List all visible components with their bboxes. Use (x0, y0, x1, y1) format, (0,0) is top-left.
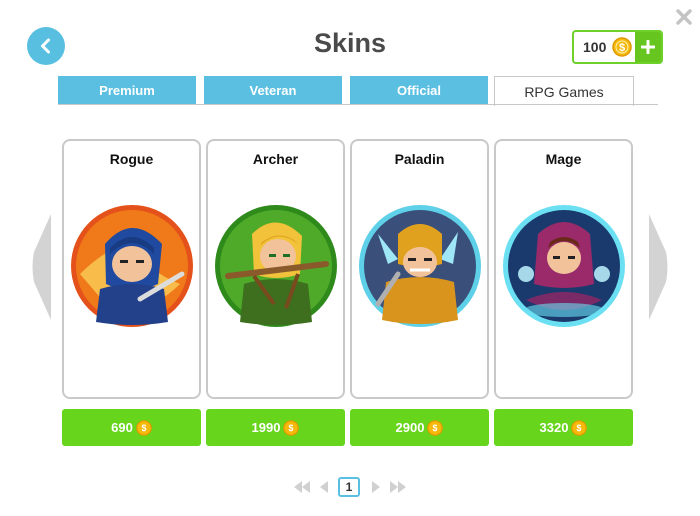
tab-veteran[interactable]: Veteran (204, 76, 342, 104)
buy-archer-button[interactable]: 1990 $ (206, 409, 345, 446)
price-value: 690 (111, 420, 133, 435)
coin-wallet: 100 $ (572, 30, 663, 64)
svg-text:$: $ (433, 423, 438, 433)
coin-icon: $ (136, 419, 152, 436)
svg-text:$: $ (577, 423, 582, 433)
last-page-icon[interactable] (388, 477, 408, 497)
svg-text:$: $ (289, 423, 294, 433)
carousel-next-icon[interactable] (647, 212, 669, 322)
pagination: 1 (0, 477, 700, 497)
buy-paladin-button[interactable]: 2900 $ (350, 409, 489, 446)
add-coins-button[interactable] (635, 32, 661, 62)
skin-card-rogue[interactable]: Rogue (62, 139, 201, 399)
next-page-icon[interactable] (370, 477, 382, 497)
coin-icon: $ (612, 37, 632, 57)
archer-portrait-icon (215, 205, 337, 327)
coin-icon: $ (427, 419, 444, 436)
coin-balance: 100 (583, 39, 607, 55)
tab-official[interactable]: Official (350, 76, 488, 104)
category-tabs: Premium Veteran Official RPG Games (0, 76, 700, 106)
coin-icon: $ (571, 419, 588, 436)
svg-text:$: $ (141, 423, 146, 433)
prev-page-icon[interactable] (318, 477, 330, 497)
page-number[interactable]: 1 (338, 477, 360, 497)
skin-name: Mage (545, 151, 582, 167)
svg-text:$: $ (619, 42, 625, 54)
tab-rpg-games[interactable]: RPG Games (494, 76, 634, 106)
carousel-prev-icon[interactable] (31, 212, 53, 322)
skin-name: Archer (252, 151, 299, 167)
plus-icon (641, 40, 655, 54)
skin-name: Rogue (109, 151, 154, 167)
buy-rogue-button[interactable]: 690 $ (62, 409, 201, 446)
skin-name: Paladin (394, 151, 445, 167)
close-icon[interactable] (673, 6, 695, 28)
coin-icon: $ (283, 419, 300, 436)
tab-premium[interactable]: Premium (58, 76, 196, 104)
skin-card-mage[interactable]: Mage (494, 139, 633, 399)
paladin-portrait-icon (359, 205, 481, 327)
price-value: 2900 (395, 420, 425, 435)
mage-portrait-icon (503, 205, 625, 327)
tab-divider (58, 104, 658, 105)
buy-mage-button[interactable]: 3320 $ (494, 409, 633, 446)
skin-card-paladin[interactable]: Paladin (350, 139, 489, 399)
first-page-icon[interactable] (292, 477, 312, 497)
rogue-portrait-icon (71, 205, 193, 327)
skin-card-archer[interactable]: Archer (206, 139, 345, 399)
price-value: 3320 (539, 420, 569, 435)
price-value: 1990 (251, 420, 281, 435)
